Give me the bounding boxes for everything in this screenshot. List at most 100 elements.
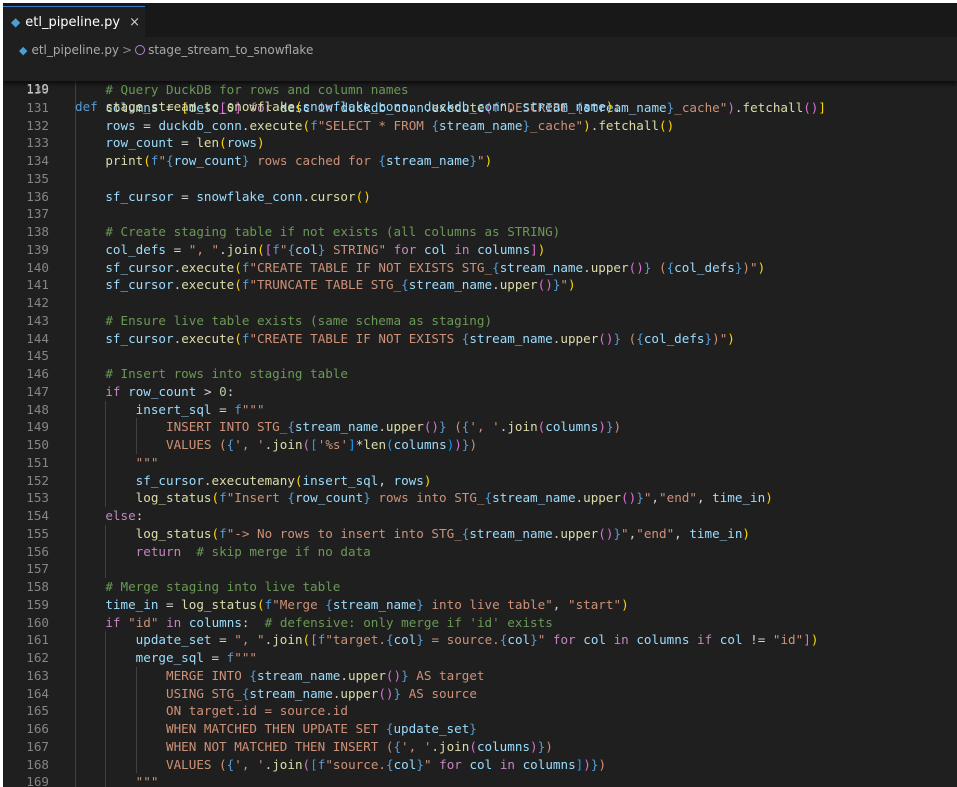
code-line[interactable]: 167 WHEN NOT MATCHED THEN INSERT ({', '.…: [3, 738, 957, 756]
breadcrumb-file[interactable]: etl_pipeline.py: [31, 43, 119, 57]
code-line[interactable]: 135: [3, 170, 957, 188]
code-line[interactable]: 139 col_defs = ", ".join([f"{col} STRING…: [3, 241, 957, 259]
line-number: 138: [26, 224, 49, 239]
line-number: 166: [26, 721, 49, 736]
indent-guide: [105, 524, 107, 578]
line-number: 159: [26, 596, 49, 612]
line-number: 169: [26, 774, 49, 787]
code-text: if row_count > 0:: [105, 383, 235, 399]
line-number: 167: [26, 738, 49, 754]
code-text: update_set = ", ".join([f"target.{col} =…: [135, 632, 819, 648]
python-file-icon: ◆: [11, 15, 21, 29]
code-text: sf_cursor.execute(f"CREATE TABLE IF NOT …: [105, 330, 735, 346]
code-line[interactable]: 166 WHEN MATCHED THEN UPDATE SET {update…: [3, 720, 957, 738]
code-text: WHEN NOT MATCHED THEN INSERT ({', '.join…: [75, 738, 553, 754]
code-line[interactable]: 152 sf_cursor.executemany(insert_sql, ro…: [3, 472, 957, 490]
code-line[interactable]: 138 # Create staging table if not exists…: [3, 223, 957, 241]
code-line[interactable]: 145: [3, 347, 957, 365]
code-text: # Merge staging into live table: [105, 579, 341, 594]
code-line[interactable]: 164 USING STG_{stream_name.upper()} AS s…: [3, 685, 957, 703]
breadcrumb-symbol[interactable]: stage_stream_to_snowflake: [148, 43, 313, 57]
code-text: else:: [105, 508, 144, 523]
code-line[interactable]: 147 if row_count > 0:: [3, 383, 957, 401]
code-line[interactable]: 168 VALUES ({', '.join([f"source.{col}" …: [3, 756, 957, 774]
line-number: 153: [26, 490, 49, 506]
code-line[interactable]: 140 sf_cursor.execute(f"CREATE TABLE IF …: [3, 259, 957, 277]
sticky-line[interactable]: 119 def stage_stream_to_snowflake(snowfl…: [3, 62, 957, 114]
line-number: 119: [26, 80, 49, 96]
code-text: sf_cursor.execute(f"TRUNCATE TABLE STG_{…: [105, 277, 576, 293]
code-line[interactable]: 134 print(f"{row_count} rows cached for …: [3, 152, 957, 170]
indent-guide: [135, 418, 137, 454]
line-number: 139: [26, 241, 49, 257]
line-number: 145: [26, 348, 49, 364]
code-area[interactable]: 130 # Query DuckDB for rows and column n…: [3, 81, 957, 787]
line-number: 163: [26, 667, 49, 683]
line-number: 161: [26, 632, 49, 648]
code-line[interactable]: 151 """: [3, 454, 957, 472]
breadcrumb-separator: >: [122, 43, 133, 57]
line-number: 162: [26, 650, 49, 665]
code-text: print(f"{row_count} rows cached for {str…: [105, 153, 493, 168]
code-line[interactable]: 161 update_set = ", ".join([f"target.{co…: [3, 631, 957, 649]
code-line[interactable]: 158 # Merge staging into live table: [3, 578, 957, 596]
code-text: # Ensure live table exists (same schema …: [105, 312, 493, 328]
line-number: 154: [26, 508, 49, 523]
code-text: """: [135, 454, 159, 470]
line-number: 143: [26, 312, 49, 328]
code-text: time_in = log_status(f"Merge {stream_nam…: [105, 596, 629, 612]
code-text: merge_sql = f""": [135, 650, 258, 665]
code-text: # Create staging table if not exists (al…: [105, 224, 561, 239]
code-line[interactable]: 144 sf_cursor.execute(f"CREATE TABLE IF …: [3, 330, 957, 348]
code-line[interactable]: 160 if "id" in columns: # defensive: onl…: [3, 614, 957, 632]
code-line[interactable]: 146 # Insert rows into staging table: [3, 365, 957, 383]
code-line[interactable]: 159 time_in = log_status(f"Merge {stream…: [3, 596, 957, 614]
code-line[interactable]: 141 sf_cursor.execute(f"TRUNCATE TABLE S…: [3, 276, 957, 294]
close-icon[interactable]: ×: [129, 15, 140, 30]
line-number: 142: [26, 295, 49, 310]
code-line[interactable]: 148 insert_sql = f""": [3, 401, 957, 419]
code-text: sf_cursor.execute(f"CREATE TABLE IF NOT …: [105, 259, 766, 275]
sticky-scroll-header[interactable]: 119 def stage_stream_to_snowflake(snowfl…: [3, 61, 957, 114]
code-text: # Insert rows into staging table: [105, 366, 348, 381]
code-line[interactable]: 132 rows = duckdb_conn.execute(f"SELECT …: [3, 117, 957, 135]
line-number: 147: [26, 383, 49, 399]
code-line[interactable]: 130 # Query DuckDB for rows and column n…: [3, 81, 957, 99]
code-line[interactable]: 169 """: [3, 773, 957, 787]
code-line[interactable]: 136 sf_cursor = snowflake_conn.cursor(): [3, 188, 957, 206]
line-number: 164: [26, 685, 49, 701]
code-line[interactable]: 142: [3, 294, 957, 312]
line-number: 136: [26, 188, 49, 204]
code-line[interactable]: 163 MERGE INTO {stream_name.upper()} AS …: [3, 667, 957, 685]
code-line[interactable]: 153 log_status(f"Insert {row_count} rows…: [3, 489, 957, 507]
code-line[interactable]: 150 VALUES ({', '.join(['%s']*len(column…: [3, 436, 957, 454]
line-number: 135: [26, 170, 49, 186]
line-number: 157: [26, 561, 49, 577]
code-line[interactable]: 157: [3, 560, 957, 578]
code-text: """: [135, 774, 159, 787]
line-number: 165: [26, 703, 49, 719]
code-text: return # skip merge if no data: [135, 543, 371, 559]
indent-guide: [75, 81, 76, 787]
tab-etl-pipeline[interactable]: ◆ etl_pipeline.py ×: [3, 6, 145, 37]
code-line[interactable]: 155 log_status(f"-> No rows to insert in…: [3, 525, 957, 543]
code-line[interactable]: 156 return # skip merge if no data: [3, 543, 957, 561]
editor-window: ◆ etl_pipeline.py × ◆ etl_pipeline.py > …: [3, 3, 957, 787]
code-line[interactable]: 143 # Ensure live table exists (same sch…: [3, 312, 957, 330]
line-number: 141: [26, 277, 49, 293]
code-text: if "id" in columns: # defensive: only me…: [105, 614, 553, 630]
code-text: ON target.id = source.id: [75, 703, 348, 719]
code-text: INSERT INTO STG_{stream_name.upper()} ({…: [75, 419, 622, 435]
code-text: log_status(f"-> No rows to insert into S…: [135, 525, 751, 541]
code-line[interactable]: 165 ON target.id = source.id: [3, 702, 957, 720]
code-text: # Query DuckDB for rows and column names: [105, 82, 409, 97]
breadcrumb: ◆ etl_pipeline.py > stage_stream_to_snow…: [3, 40, 957, 60]
line-number: 133: [26, 135, 49, 151]
code-line[interactable]: 154 else:: [3, 507, 957, 525]
line-number: 160: [26, 614, 49, 630]
line-number: 168: [26, 756, 49, 772]
code-line[interactable]: 149 INSERT INTO STG_{stream_name.upper()…: [3, 418, 957, 436]
code-line[interactable]: 137: [3, 205, 957, 223]
code-line[interactable]: 133 row_count = len(rows): [3, 134, 957, 152]
code-line[interactable]: 162 merge_sql = f""": [3, 649, 957, 667]
